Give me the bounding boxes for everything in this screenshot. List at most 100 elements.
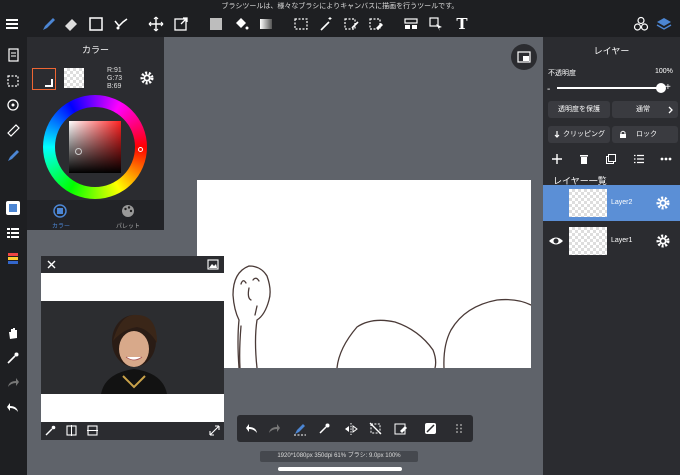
lock-button[interactable]: ロック [612,126,678,143]
close-reference-button[interactable] [46,259,57,270]
grip-dots-icon [456,424,462,433]
rotate-icon [7,99,19,111]
color-panel-title: カラー [81,45,109,55]
dashed-rect-icon [7,75,19,87]
gear-icon [140,71,154,85]
blend-mode-button[interactable]: 通常 [612,101,678,118]
brush-icon [43,18,55,30]
eraser-tool-button[interactable] [60,13,82,35]
undo-button[interactable] [2,397,24,419]
layer-settings-button[interactable] [655,195,671,211]
materials-button[interactable] [630,13,652,35]
page-manager-button[interactable] [2,44,24,66]
eyedropper-button[interactable] [314,418,335,439]
gradient-tool-button[interactable] [255,13,277,35]
palette-button[interactable] [2,248,24,270]
undo-icon [7,403,18,412]
lock-icon [620,130,626,138]
saturation-value-square[interactable] [69,121,121,173]
plus-icon [552,154,562,164]
hue-wheel[interactable] [43,95,147,199]
layer-more-button[interactable] [660,154,672,164]
current-color-button[interactable] [2,197,24,219]
layer-row-layer1[interactable]: Layer1 [543,223,680,259]
transform-tool-button[interactable] [170,13,192,35]
brush-list-button[interactable] [2,222,24,244]
protect-alpha-button[interactable]: 透明度を保護 [548,101,610,118]
layers-toggle-button[interactable] [653,13,675,35]
canvas-view-button[interactable] [511,44,537,70]
red-value: R:91 [107,67,122,74]
color-picker-cursor[interactable] [75,148,82,155]
magic-wand-icon [320,17,332,31]
flip-horizontal-button[interactable] [66,425,77,436]
tab-color[interactable] [53,204,67,218]
layer-row-layer2[interactable]: Layer2 [543,185,680,221]
opacity-increase-button[interactable]: + [665,82,671,93]
layer-visibility-toggle[interactable] [548,235,564,247]
pages-icon [8,48,19,62]
lasso-fill-icon [114,18,128,30]
toolbar-grip-handle[interactable] [449,418,470,439]
eyedropper-button[interactable] [2,347,24,369]
clear-layer-button[interactable] [390,418,411,439]
clipping-button[interactable]: クリッピング [548,126,610,143]
tab-color-label: カラー [52,224,71,230]
undo-button[interactable] [241,418,262,439]
add-layer-button[interactable] [552,154,562,164]
tool-tip-text: ブラシツールは、様々なブラシによりキャンバスに描画を行うツールです。 [221,3,459,10]
tab-palette[interactable] [121,204,135,218]
reference-window-footer [41,422,224,440]
flip-canvas-button[interactable] [340,418,361,439]
layer-settings-button[interactable] [655,233,671,249]
top-toolbar: ブラシツールは、様々なブラシによりキャンバスに描画を行うツールです。 T [0,0,680,37]
tab-palette-label: パレット [116,224,141,230]
main-color-swatch[interactable] [32,68,56,90]
bucket-tool-button[interactable] [230,13,252,35]
selection-button[interactable] [2,70,24,92]
layer-name: Layer1 [611,237,633,244]
resize-handle[interactable] [209,425,220,436]
frame-divider-tool-button[interactable] [400,13,422,35]
hand-tool-button[interactable] [2,322,24,344]
filter-button[interactable] [420,418,441,439]
gradient-icon [260,19,272,29]
snap-toggle-button[interactable] [289,418,310,439]
rotate-button[interactable] [2,94,24,116]
hue-cursor[interactable] [138,147,143,152]
color-settings-button[interactable] [139,70,155,86]
deselect-button[interactable] [365,418,386,439]
flip-horizontal-icon [66,425,77,436]
brush-tool-button[interactable] [37,13,59,35]
move-arrows-icon [148,16,164,32]
select-tool-button[interactable] [290,13,312,35]
reference-image-button[interactable] [207,259,219,270]
move-tool-button[interactable] [145,13,167,35]
layer-list-button[interactable] [634,154,644,164]
transparent-color-swatch[interactable] [64,68,84,88]
operation-tool-button[interactable] [425,13,447,35]
text-tool-button[interactable]: T [451,13,473,35]
flip-vertical-button[interactable] [87,425,98,436]
shape-tool-button[interactable] [85,13,107,35]
reference-eyedropper-button[interactable] [45,425,56,436]
layer-thumbnail [569,227,607,255]
home-indicator[interactable] [278,467,402,471]
opacity-slider-track[interactable] [557,87,661,89]
redo-button[interactable] [264,418,285,439]
ruler-button[interactable] [2,119,24,141]
drawing-canvas[interactable] [197,180,531,368]
fill-color-button[interactable] [205,13,227,35]
delete-layer-button[interactable] [579,154,589,164]
duplicate-layer-button[interactable] [606,154,616,164]
select-pen-tool-button[interactable] [340,13,362,35]
select-eraser-tool-button[interactable] [365,13,387,35]
opacity-decrease-button[interactable]: - [547,84,550,95]
lasso-fill-tool-button[interactable] [110,13,132,35]
blue-value: B:69 [107,83,122,90]
menu-button[interactable] [2,13,24,35]
select-eraser-icon [369,18,383,30]
redo-button[interactable] [2,372,24,394]
snap-button[interactable] [2,144,24,166]
magic-wand-tool-button[interactable] [315,13,337,35]
